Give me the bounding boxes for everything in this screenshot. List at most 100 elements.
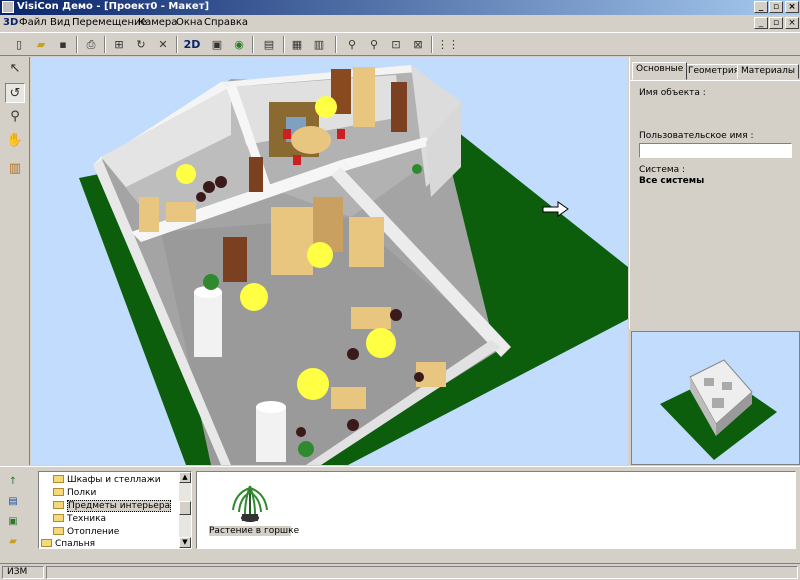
user-name-label: Пользовательское имя : (639, 131, 754, 141)
office-chair-5 (347, 348, 359, 360)
level-up-icon[interactable]: ↑ (6, 475, 20, 489)
red-chair-1 (293, 155, 301, 165)
office-chair-2 (215, 176, 227, 188)
3d-viewport[interactable] (31, 57, 628, 465)
grid-icon[interactable]: ⋮⋮ (437, 36, 459, 53)
select-all-icon[interactable]: ⊞ (110, 36, 128, 53)
properties-icon[interactable]: ▦ (288, 36, 306, 53)
scroll-up-button[interactable]: ▲ (179, 472, 191, 483)
menu-file[interactable]: Файл (19, 17, 47, 28)
render-icon[interactable]: ◉ (230, 36, 248, 53)
tab-basic[interactable]: Основные (632, 62, 688, 80)
maximize-button[interactable]: ▫ (769, 1, 783, 13)
door-left-room (249, 157, 263, 192)
zoom-icon[interactable]: ⚲ (5, 107, 25, 127)
menu-move[interactable]: Перемещение (72, 17, 147, 28)
title-bar: VisiCon Демо - [Проект0 - Макет] _ ▫ × (0, 0, 800, 15)
office-chair-6 (347, 419, 359, 431)
close-button[interactable]: × (785, 1, 799, 13)
tree-item[interactable]: Шкафы и стеллажи (53, 475, 161, 487)
desk-left-room (166, 202, 196, 222)
office-chair-4 (390, 309, 402, 321)
save-icon[interactable]: ▪ (54, 36, 72, 53)
round-table (291, 126, 331, 154)
tree-item[interactable]: Спальня (41, 539, 95, 548)
pointer-icon[interactable]: ↖ (5, 59, 25, 79)
tree-item[interactable]: Отопление (53, 527, 119, 539)
zoom-window-icon[interactable]: ⊡ (387, 36, 405, 53)
wardrobe-main-1 (271, 207, 313, 275)
window-layout-icon[interactable]: ▤ (260, 36, 278, 53)
view-2d-button[interactable]: 2D (181, 36, 203, 53)
minimize-button[interactable]: _ (754, 1, 768, 13)
ceiling-lamp-6 (297, 368, 329, 400)
menu-bar: 3D Файл Вид Перемещение Камера Окна Спра… (0, 15, 800, 32)
user-name-input[interactable] (639, 143, 792, 158)
catalog-gallery: Растение в горшке (196, 471, 796, 549)
zoom-out-icon[interactable]: ⚲ (365, 36, 383, 53)
plant-3 (412, 164, 422, 174)
new-file-icon[interactable]: ▯ (10, 36, 28, 53)
doc-restore-button[interactable]: ▫ (769, 17, 783, 29)
ceiling-lamp-3 (307, 242, 333, 268)
zoom-in-icon[interactable]: ⚲ (343, 36, 361, 53)
red-chair-3 (283, 129, 291, 139)
folder-icon (53, 501, 64, 509)
tree-item[interactable]: Техника (53, 514, 106, 526)
office-chair-7 (414, 372, 424, 382)
catalog-icon[interactable]: ▥ (310, 36, 328, 53)
delete-icon[interactable]: ✕ (154, 36, 172, 53)
office-chair-1 (203, 181, 215, 193)
menu-camera[interactable]: Камера (138, 17, 177, 28)
status-bar: ИЗМ (0, 563, 800, 580)
status-message (46, 566, 798, 579)
overview-minimap[interactable] (631, 331, 800, 465)
scroll-down-button[interactable]: ▼ (179, 537, 191, 548)
cylinder-column-2 (256, 407, 286, 462)
tab-geometry[interactable]: Геометрия (684, 64, 744, 79)
doc-minimize-button[interactable]: _ (754, 17, 768, 29)
scroll-thumb[interactable] (179, 501, 191, 515)
add-object-icon[interactable]: ▣ (6, 515, 20, 529)
minimap-room-2 (722, 382, 732, 390)
cabinet-left-room (139, 197, 159, 232)
ceiling-lamp-2 (315, 96, 337, 118)
toolbar-separator (283, 36, 285, 53)
folder-icon (41, 539, 52, 547)
menu-view[interactable]: Вид (50, 17, 70, 28)
tree-item[interactable]: Полки (53, 488, 96, 500)
open-folder-icon[interactable]: ▰ (32, 36, 50, 53)
object-name-label: Имя объекта : (639, 88, 706, 98)
minimap-room-1 (704, 378, 714, 386)
mode-indicator: ИЗМ (2, 566, 44, 579)
zoom-all-icon[interactable]: ⊠ (409, 36, 427, 53)
window-title: VisiCon Демо - [Проект0 - Макет] (17, 1, 210, 12)
gallery-item-label: Растение в горшке (209, 526, 300, 536)
print-icon[interactable]: ⎙ (82, 36, 100, 53)
cylinder-column-2-top (256, 401, 286, 413)
rotate-90-icon[interactable]: ↻ (132, 36, 150, 53)
folder-icon (53, 488, 64, 496)
folder-icon (53, 475, 64, 483)
tree-item-selected[interactable]: Предметы интерьера (53, 500, 172, 513)
folder-icon[interactable]: ▰ (6, 535, 20, 549)
app-logo: 3D (3, 17, 19, 28)
toolbar-separator (335, 36, 337, 53)
menu-help[interactable]: Справка (204, 17, 248, 28)
walk-icon[interactable]: ▥ (5, 159, 25, 179)
tree-view-icon[interactable]: ▤ (6, 495, 20, 509)
doc-close-button[interactable]: × (785, 17, 799, 29)
ceiling-lamp-5 (366, 328, 396, 358)
tab-materials[interactable]: Материалы (737, 64, 799, 79)
pan-hand-icon[interactable]: ✋ (5, 131, 25, 151)
view-3d-icon[interactable]: ▣ (208, 36, 226, 53)
ceiling-lamp-4 (240, 283, 268, 311)
orbit-icon[interactable]: ↺ (5, 83, 25, 103)
minimap-render (660, 359, 777, 460)
gallery-item-potted-plant[interactable]: Растение в горшке (209, 478, 300, 540)
folder-icon (53, 527, 64, 535)
menu-windows[interactable]: Окна (176, 17, 203, 28)
tree-vertical-scrollbar[interactable]: ▲ ▼ (179, 472, 191, 548)
toolbar-separator (431, 36, 433, 53)
catalog-tree[interactable]: Шкафы и стеллажи Полки Предметы интерьер… (38, 471, 192, 549)
